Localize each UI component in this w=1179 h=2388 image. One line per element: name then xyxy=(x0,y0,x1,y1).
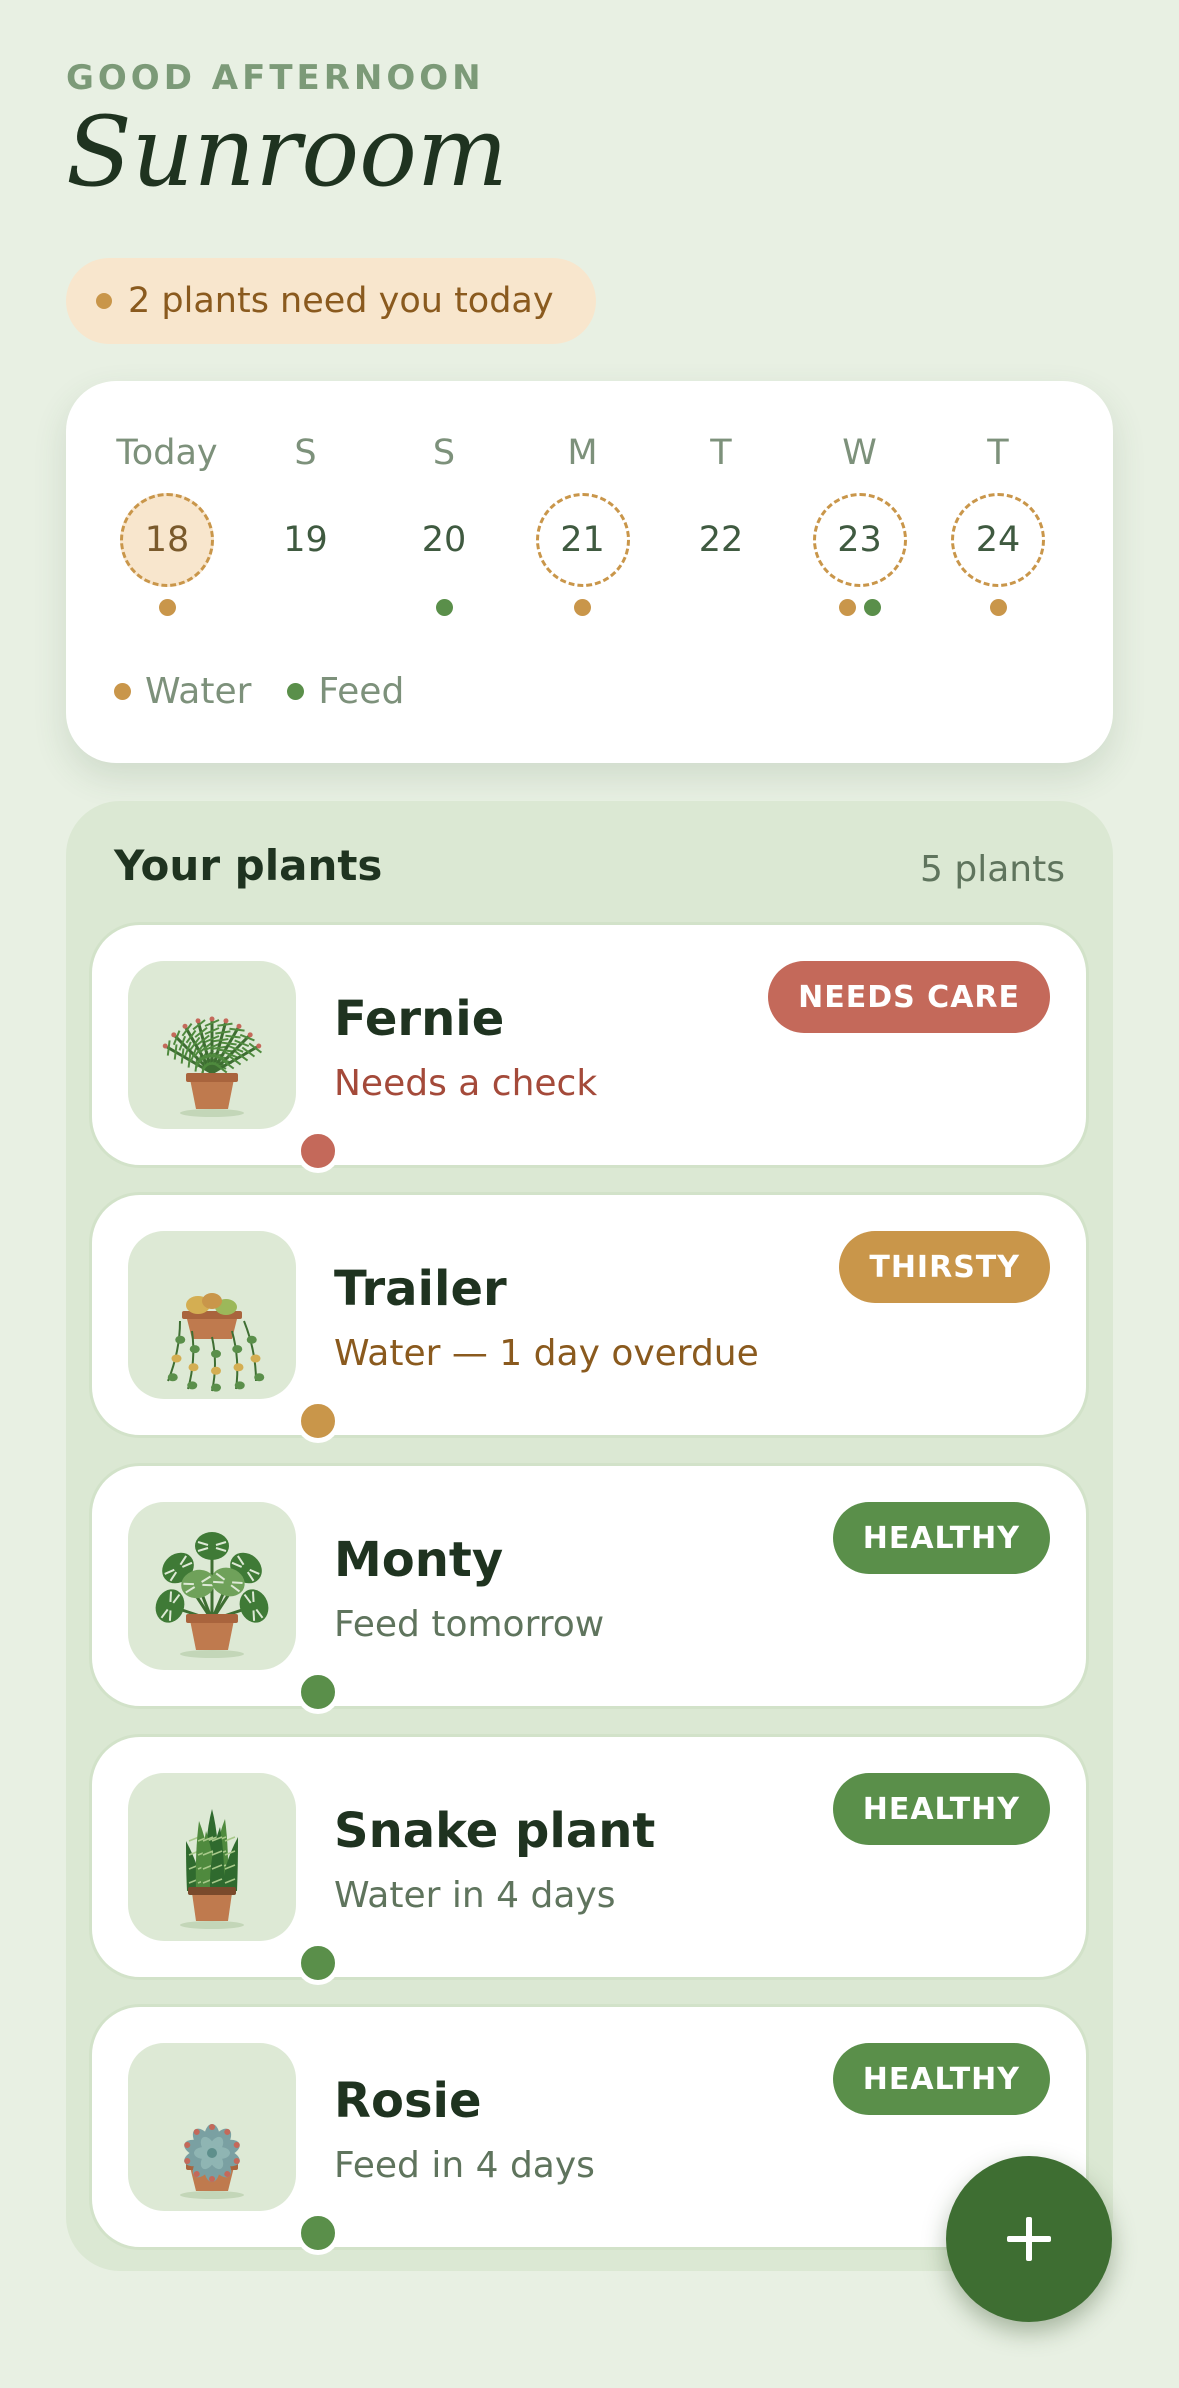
plant-status: Feed in 4 days xyxy=(334,2145,595,2186)
day-number: 20 xyxy=(421,520,467,560)
alert-banner[interactable]: 2 plants need you today xyxy=(66,258,596,344)
day-name: S xyxy=(294,433,317,473)
water-dot-icon xyxy=(114,683,131,700)
plant-thumbnail xyxy=(128,1231,340,1443)
plant-status: Feed tomorrow xyxy=(334,1604,605,1645)
trailing-plant-icon xyxy=(167,1293,265,1392)
plant-thumbnail xyxy=(128,2043,340,2255)
plant-name: Monty xyxy=(334,1532,504,1588)
day-name: S xyxy=(432,433,456,473)
day-name: T xyxy=(987,433,1009,473)
plus-icon xyxy=(1007,2217,1051,2261)
greeting: GOOD AFTERNOON xyxy=(66,58,485,98)
day-number: 19 xyxy=(283,520,328,560)
status-badge: NEEDS CARE xyxy=(768,961,1050,1033)
day-events xyxy=(810,599,910,616)
status-badge: HEALTHY xyxy=(832,1773,1050,1845)
day-events xyxy=(394,599,494,616)
week-calendar: Today 18 S 19 S 20 M 21 T 22 W 23 T 24 Water Feed xyxy=(66,381,1113,763)
alert-dot-icon xyxy=(96,293,112,309)
plant-status: Needs a check xyxy=(334,1063,598,1104)
status-dot-icon xyxy=(296,1670,340,1714)
status-dot-icon xyxy=(296,1129,340,1173)
day-name: Today xyxy=(116,433,218,473)
plant-name: Fernie xyxy=(334,991,505,1047)
feed-dot-icon xyxy=(435,599,453,616)
plant-thumbnail xyxy=(128,1502,340,1714)
day-events xyxy=(533,599,633,616)
status-dot-icon xyxy=(296,1941,340,1985)
plants-panel: Your plants 5 plants Fernie Needs a check… xyxy=(66,801,1113,2271)
day-number: 21 xyxy=(535,493,630,587)
page-title: Sunroom xyxy=(66,96,508,208)
section-title: Your plants xyxy=(114,841,383,890)
plant-thumbnail xyxy=(128,961,340,1173)
feed-dot-icon xyxy=(863,599,881,616)
calendar-legend: Water Feed xyxy=(114,671,440,712)
day-number: 18 xyxy=(120,493,214,587)
status-dot-icon xyxy=(296,1399,340,1443)
day-events xyxy=(117,599,217,616)
monstera-plant-icon xyxy=(155,1532,269,1658)
status-badge: HEALTHY xyxy=(832,2043,1050,2115)
day-events xyxy=(948,599,1048,616)
plant-name: Trailer xyxy=(334,1261,507,1317)
alert-text: 2 plants need you today xyxy=(128,281,554,321)
fern-plant-icon xyxy=(162,1016,262,1117)
plant-card[interactable]: Rosie Feed in 4 days HEALTHY xyxy=(92,2007,1086,2255)
plant-card[interactable]: Monty Feed tomorrow HEALTHY xyxy=(92,1466,1086,1714)
day-name: M xyxy=(567,433,598,473)
day-number: 24 xyxy=(951,493,1045,587)
plant-thumbnail xyxy=(128,1773,340,1985)
plant-count: 5 plants xyxy=(920,849,1065,890)
water-dot-icon xyxy=(989,599,1007,616)
succulent-plant-icon xyxy=(180,2124,244,2199)
water-dot-icon xyxy=(158,599,176,616)
status-badge: HEALTHY xyxy=(832,1502,1050,1574)
legend-water: Water xyxy=(145,671,252,712)
plant-status: Water in 4 days xyxy=(334,1875,616,1916)
day-number: 22 xyxy=(698,520,744,560)
feed-dot-icon xyxy=(287,683,305,700)
plant-status: Water — 1 day overdue xyxy=(334,1333,759,1374)
plant-card[interactable]: Trailer Water — 1 day overdue THIRSTY xyxy=(92,1195,1086,1443)
status-badge: THIRSTY xyxy=(839,1231,1050,1303)
add-plant-button[interactable] xyxy=(946,2156,1112,2322)
day-number: 23 xyxy=(812,493,907,587)
water-dot-icon xyxy=(838,599,856,616)
plant-name: Snake plant xyxy=(334,1803,656,1859)
water-dot-icon xyxy=(574,599,591,616)
legend-feed: Feed xyxy=(318,671,405,712)
day-name: W xyxy=(842,433,877,473)
snake-plant-icon xyxy=(180,1809,244,1929)
plant-name: Rosie xyxy=(334,2073,482,2129)
status-dot-icon xyxy=(296,2211,340,2255)
plant-card[interactable]: Fernie Needs a check NEEDS CARE xyxy=(92,925,1086,1173)
day-name: T xyxy=(710,433,732,473)
plant-card[interactable]: Snake plant Water in 4 days HEALTHY xyxy=(92,1737,1086,1985)
